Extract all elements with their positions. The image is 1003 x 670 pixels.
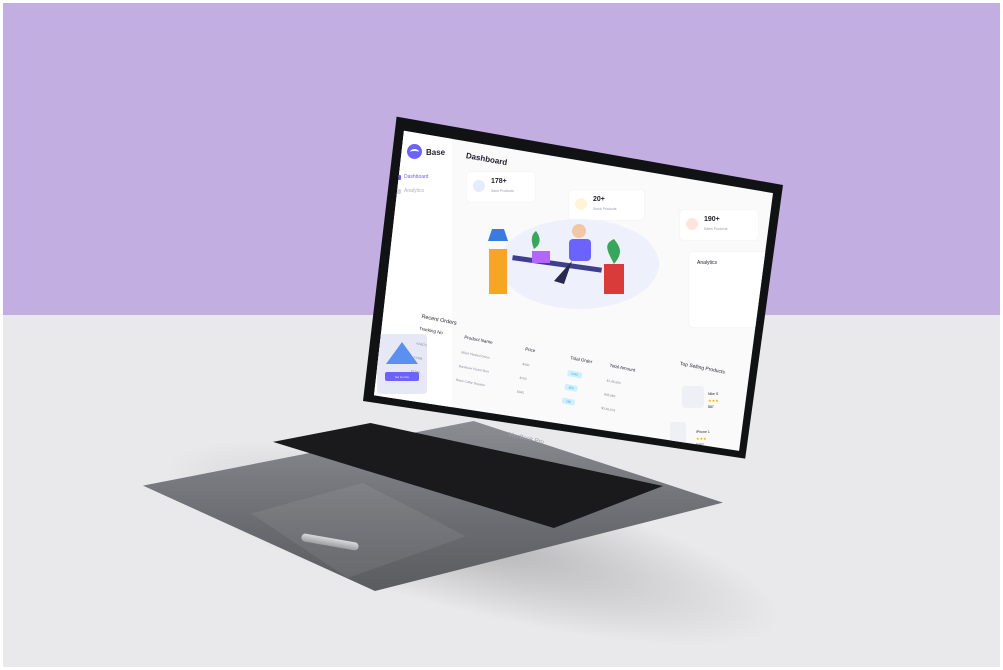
bag-icon	[686, 218, 698, 230]
product-name: iPhone 1	[696, 430, 710, 434]
analytics-label: Analytics	[697, 260, 718, 266]
tracking-cell: #1234	[410, 368, 421, 375]
order-count-badge: 160	[561, 397, 576, 406]
stat-label: Save Products	[491, 189, 514, 193]
product-price: $87	[708, 405, 714, 409]
amount-cell: $3,46,676	[600, 405, 616, 413]
price-cell: $345	[516, 389, 525, 395]
column-header: Total Order	[569, 355, 593, 365]
sidebar-item-label: Analytics	[404, 188, 425, 194]
shield-icon	[473, 180, 485, 192]
order-count-badge: 500	[564, 383, 579, 393]
sidebar-item-label: Dashboard	[404, 174, 429, 180]
rating-stars: ★★★	[708, 398, 719, 403]
stat-card-sales[interactable]: 190+ Sales Products	[680, 210, 758, 240]
sidebar-item-analytics[interactable]: Analytics	[396, 188, 424, 194]
page-title: Dashboard	[465, 151, 508, 168]
stat-label: Sales Products	[704, 227, 728, 231]
sidebar-item-dashboard[interactable]: Dashboard	[396, 174, 428, 180]
rating-stars: ★★★	[696, 436, 707, 441]
product-name: Nike S	[708, 392, 719, 396]
logo-icon	[407, 144, 422, 159]
order-count-badge: 5249	[566, 369, 583, 379]
stat-card-save[interactable]: 178+ Save Products	[467, 172, 535, 202]
stat-value: 20+	[593, 196, 605, 203]
workspace-illustration	[488, 219, 659, 309]
photo-frame: MacBook Pro Base Dashboard Analytics Go …	[3, 3, 1000, 667]
product-thumbnail[interactable]	[682, 386, 704, 408]
app-name: Base	[426, 148, 446, 157]
stat-value: 178+	[491, 178, 507, 185]
top-selling-title: Top Selling Products	[679, 361, 726, 376]
stat-value: 190+	[704, 216, 720, 223]
